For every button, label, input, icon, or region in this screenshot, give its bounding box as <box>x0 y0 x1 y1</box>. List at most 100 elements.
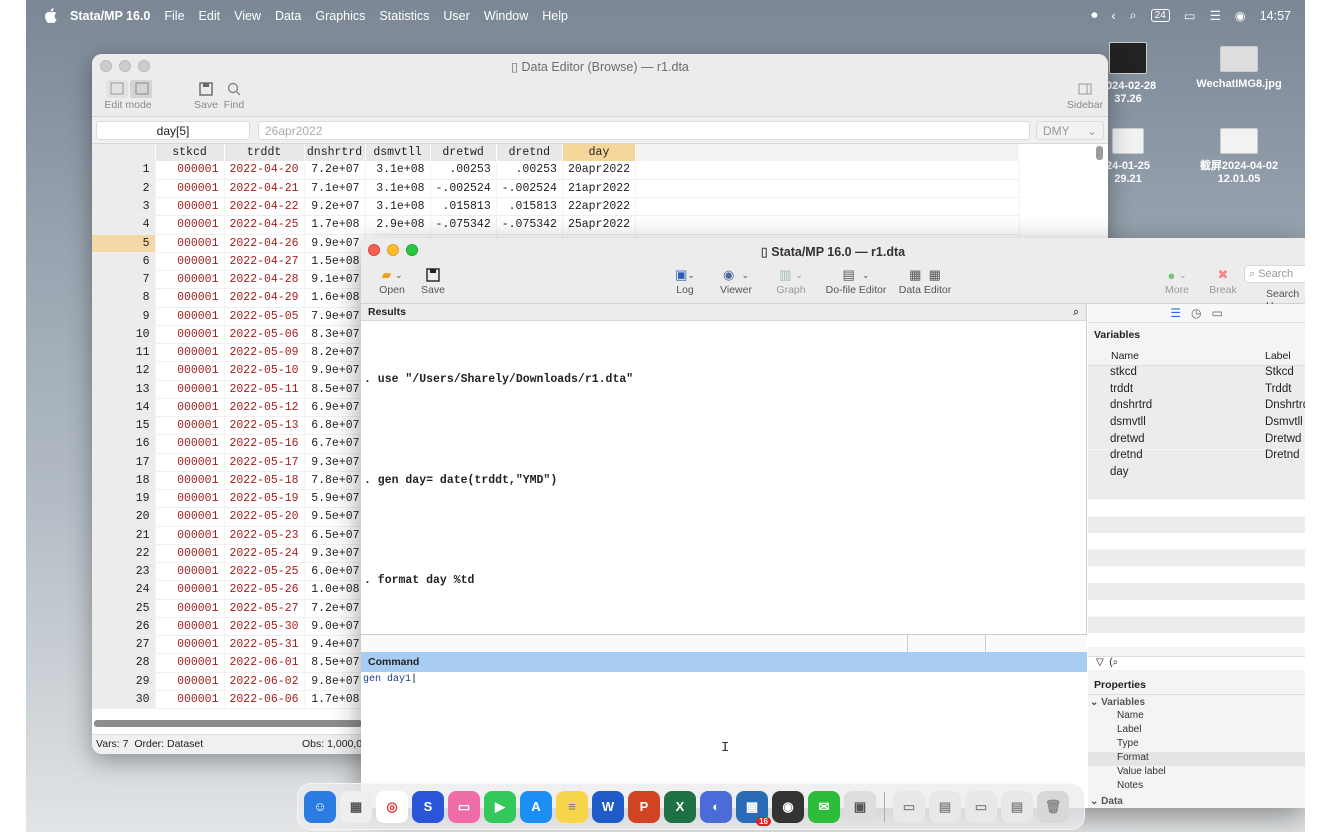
table-cell[interactable]: 6.9e+07 <box>304 398 366 418</box>
row-number[interactable]: 7 <box>92 270 156 290</box>
table-cell[interactable]: 6.8e+07 <box>304 416 366 436</box>
table-cell[interactable]: 000001 <box>155 288 225 308</box>
history-icon[interactable]: ◷ <box>1191 306 1201 320</box>
table-cell[interactable]: 2022-05-17 <box>224 453 305 472</box>
table-cell[interactable]: 1.7e+08 <box>304 690 366 710</box>
scrollbar-horizontal[interactable] <box>94 720 362 727</box>
excel-icon[interactable]: X <box>664 790 696 823</box>
property-row[interactable]: Format <box>1088 752 1305 766</box>
search-input[interactable]: ⌕ Search <box>1244 265 1305 283</box>
input-badge[interactable]: 24 <box>1150 9 1170 22</box>
clock[interactable]: 14:57 <box>1260 9 1291 23</box>
table-cell[interactable]: 5.9e+07 <box>304 489 366 509</box>
row-number[interactable]: 5 <box>92 234 156 253</box>
row-number[interactable]: 1 <box>92 161 156 180</box>
search-icon[interactable]: (⌕ <box>1109 657 1118 668</box>
table-cell[interactable]: 000001 <box>155 161 225 180</box>
table-cell[interactable]: 000001 <box>155 361 225 381</box>
table-cell[interactable]: 6.0e+07 <box>304 562 366 582</box>
siri-icon[interactable]: ◉ <box>1235 8 1246 23</box>
menu-graphics[interactable]: Graphics <box>315 9 365 23</box>
table-cell[interactable]: 000001 <box>155 617 225 637</box>
property-row[interactable]: Type <box>1088 738 1305 752</box>
table-cell[interactable]: 2022-06-01 <box>224 653 305 673</box>
variable-row[interactable]: day <box>1088 466 1305 483</box>
edit-mode-button[interactable]: Edit mode <box>104 79 152 111</box>
row-number[interactable]: 26 <box>92 617 156 637</box>
table-cell[interactable]: -.075342 <box>430 215 497 235</box>
table-cell[interactable]: 9.2e+07 <box>304 197 366 217</box>
table-cell[interactable]: 2022-06-06 <box>224 690 305 710</box>
variable-row[interactable]: dnshrtrd Dnshrtrd <box>1088 399 1305 417</box>
menu-statistics[interactable]: Statistics <box>379 9 429 23</box>
table-row[interactable]: 4 000001 2022-04-25 1.7e+08 2.9e+08 -.075342-… <box>92 215 1021 235</box>
table-cell[interactable]: 000001 <box>155 197 225 217</box>
table-cell[interactable]: 000001 <box>155 270 225 290</box>
filter-icon[interactable]: ▽ <box>1096 657 1104 668</box>
table-cell[interactable]: .00253 <box>496 161 563 180</box>
table-cell[interactable]: .015813 <box>496 197 563 217</box>
recent-window-icon[interactable]: ▤ <box>929 790 961 823</box>
table-cell[interactable]: 000001 <box>155 453 225 472</box>
table-cell[interactable]: -.075342 <box>496 215 563 235</box>
menu-user[interactable]: User <box>443 9 469 23</box>
cell-reference[interactable]: day[5] <box>96 121 250 140</box>
row-number[interactable]: 25 <box>92 599 156 618</box>
do-file-editor-button[interactable]: ▤ ⌄ Do-file Editor <box>823 266 889 296</box>
table-cell[interactable]: 000001 <box>155 398 225 418</box>
column-header[interactable]: dretwd <box>430 144 497 161</box>
table-cell[interactable]: 3.1e+08 <box>365 197 431 217</box>
variable-row[interactable]: dsmvtll Dsmvtll <box>1088 416 1305 433</box>
app-menu[interactable]: Stata/MP 16.0 <box>70 9 150 23</box>
menu-window[interactable]: Window <box>484 9 528 23</box>
row-number[interactable]: 11 <box>92 343 156 363</box>
table-cell[interactable]: 2.9e+08 <box>365 215 431 235</box>
table-cell[interactable]: 2022-05-24 <box>224 544 305 564</box>
properties-group-variables[interactable]: ⌄ Variables <box>1088 695 1305 710</box>
row-number[interactable]: 10 <box>92 325 156 345</box>
column-header[interactable]: day <box>562 144 637 161</box>
table-cell[interactable]: 000001 <box>155 325 225 345</box>
property-row[interactable]: Name <box>1088 710 1305 724</box>
table-cell[interactable]: 000001 <box>155 635 225 655</box>
quicktime-icon[interactable]: ◉ <box>772 790 804 823</box>
table-cell[interactable]: 9.0e+07 <box>304 617 366 637</box>
column-header[interactable]: dsmvtll <box>365 144 431 161</box>
table-cell[interactable]: 2022-05-12 <box>224 398 305 418</box>
apple-icon[interactable] <box>44 8 58 24</box>
variable-row[interactable]: stkcd Stkcd <box>1088 366 1305 383</box>
variables-list[interactable]: stkcd Stkcd trddt Trddt dnshrtrd Dnshrtrd dsmv… <box>1088 366 1305 647</box>
powerpoint-icon[interactable]: P <box>628 790 660 823</box>
table-cell[interactable]: 9.9e+07 <box>304 361 366 381</box>
menu-data[interactable]: Data <box>275 9 301 23</box>
table-cell[interactable]: 2022-04-20 <box>224 161 305 180</box>
table-cell[interactable]: 2022-05-16 <box>224 434 305 454</box>
table-cell[interactable]: 7.2e+07 <box>304 161 366 180</box>
property-row[interactable]: Value label <box>1088 766 1305 780</box>
table-cell[interactable]: 2022-05-26 <box>224 580 305 600</box>
log-button[interactable]: ▣ ⌄ Log <box>667 266 703 296</box>
table-cell[interactable]: 21apr2022 <box>562 179 637 199</box>
table-cell[interactable]: 1.7e+08 <box>304 215 366 235</box>
row-number[interactable]: 19 <box>92 489 156 509</box>
chrome-icon[interactable]: ◎ <box>376 790 408 823</box>
app-s-icon[interactable]: S <box>412 790 444 823</box>
table-cell[interactable]: 1.6e+08 <box>304 288 366 308</box>
variable-row[interactable]: dretnd Dretnd <box>1088 449 1305 466</box>
table-cell[interactable]: 9.8e+07 <box>304 672 366 691</box>
table-cell[interactable]: 7.1e+07 <box>304 179 366 199</box>
column-header[interactable]: trddt <box>224 144 305 161</box>
chevron-left-icon[interactable]: ‹ <box>1111 9 1115 23</box>
table-cell[interactable]: 000001 <box>155 179 225 199</box>
table-cell[interactable]: 2022-04-21 <box>224 179 305 199</box>
menu-help[interactable]: Help <box>542 9 568 23</box>
table-cell[interactable]: 2022-05-20 <box>224 507 305 527</box>
format-select[interactable]: DMY ⌄ <box>1036 121 1104 140</box>
table-cell[interactable]: -.002524 <box>430 179 497 199</box>
table-cell[interactable]: 6.5e+07 <box>304 526 366 545</box>
data-editor-button[interactable]: ▦ ▦ Data Editor <box>893 266 957 296</box>
graph-button[interactable]: ▥ ⌄ Graph <box>767 266 815 296</box>
table-cell[interactable]: 8.5e+07 <box>304 380 366 399</box>
menu-file[interactable]: File <box>164 9 184 23</box>
open-button[interactable]: ▰ ⌄ Open <box>371 266 413 296</box>
